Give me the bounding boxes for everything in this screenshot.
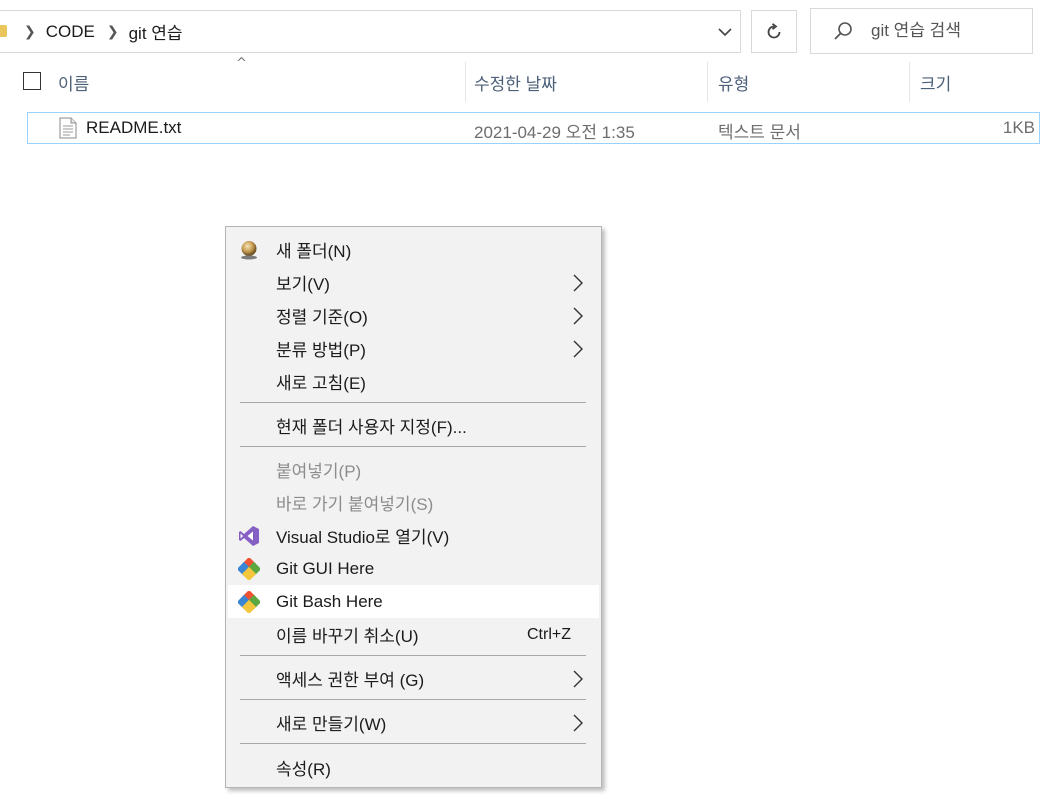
context-menu: 새 폴더(N) 보기(V) 정렬 기준(O) 분류 방법(P) 새로 고침(E)…	[225, 226, 602, 788]
file-type: 텍스트 문서	[718, 123, 801, 142]
menu-item-git-bash[interactable]: Git Bash Here	[228, 585, 599, 618]
menu-item-paste: 붙여넣기(P)	[228, 453, 599, 486]
menu-item-label: Git Bash Here	[276, 591, 383, 611]
menu-item-git-gui[interactable]: Git GUI Here	[228, 552, 599, 585]
menu-item-open-visual-studio[interactable]: Visual Studio로 열기(V)	[228, 519, 599, 552]
menu-item-label: 새로 만들기(W)	[276, 715, 387, 734]
menu-item-label: 붙여넣기(P)	[276, 462, 362, 481]
select-all-checkbox[interactable]	[23, 72, 41, 90]
breadcrumb-separator-icon[interactable]: ❯	[24, 24, 36, 40]
menu-item-label: 보기(V)	[276, 275, 330, 294]
file-size: 1KB	[1002, 118, 1035, 137]
column-divider[interactable]	[909, 62, 910, 102]
new-folder-icon	[238, 239, 260, 261]
column-header-type-label: 유형	[718, 74, 750, 94]
folder-icon	[0, 25, 7, 37]
column-header-name[interactable]: 이름	[58, 60, 89, 104]
menu-separator	[240, 743, 586, 744]
chevron-right-icon	[573, 274, 583, 292]
refresh-button[interactable]	[751, 10, 797, 53]
menu-separator	[240, 655, 586, 656]
menu-item-label: 바로 가기 붙여넣기(S)	[276, 495, 434, 514]
menu-item-shortcut: Ctrl+Z	[527, 625, 571, 643]
menu-item-new[interactable]: 새로 만들기(W)	[228, 706, 599, 739]
file-name[interactable]: README.txt	[86, 118, 181, 138]
column-header-size-label: 크기	[920, 74, 952, 94]
search-input[interactable]	[869, 20, 1023, 42]
refresh-icon	[765, 22, 783, 41]
menu-item-view[interactable]: 보기(V)	[228, 266, 599, 299]
menu-separator	[240, 699, 586, 700]
git-gui-icon	[238, 558, 260, 580]
sort-ascending-icon: ^	[236, 56, 247, 71]
column-header-size[interactable]: 크기	[920, 60, 951, 104]
menu-separator	[240, 402, 586, 403]
breadcrumb-git-practice[interactable]: git 연습	[129, 19, 183, 44]
menu-item-label: 새로 고침(E)	[276, 374, 366, 393]
chevron-right-icon	[573, 714, 583, 732]
menu-item-label: 현재 폴더 사용자 지정(F)...	[276, 418, 467, 437]
column-header-type[interactable]: 유형	[718, 60, 749, 104]
menu-item-give-access[interactable]: 액세스 권한 부여 (G)	[228, 662, 599, 695]
menu-item-label: 정렬 기준(O)	[276, 308, 368, 327]
menu-item-label: 분류 방법(P)	[276, 341, 366, 360]
breadcrumb-separator-icon[interactable]: ❯	[107, 24, 119, 40]
column-header-date[interactable]: 수정한 날짜	[474, 60, 557, 104]
menu-item-refresh[interactable]: 새로 고침(E)	[228, 365, 599, 398]
column-header-date-label: 수정한 날짜	[474, 74, 557, 94]
search-icon	[833, 21, 853, 41]
menu-item-label: Visual Studio로 열기(V)	[276, 528, 450, 547]
menu-item-group-by[interactable]: 분류 방법(P)	[228, 332, 599, 365]
visual-studio-icon	[238, 525, 260, 547]
menu-item-sort-by[interactable]: 정렬 기준(O)	[228, 299, 599, 332]
column-header-name-label: 이름	[58, 74, 90, 94]
menu-item-new-folder[interactable]: 새 폴더(N)	[228, 233, 599, 266]
address-bar[interactable]: ❯ CODE ❯ git 연습	[0, 10, 741, 53]
column-divider[interactable]	[707, 62, 708, 102]
menu-item-properties[interactable]: 속성(R)	[228, 751, 599, 784]
menu-item-label: 액세스 권한 부여 (G)	[276, 671, 425, 690]
menu-item-label: Git GUI Here	[276, 558, 375, 578]
breadcrumb-code[interactable]: CODE	[46, 22, 95, 42]
menu-item-customize-folder[interactable]: 현재 폴더 사용자 지정(F)...	[228, 409, 599, 442]
menu-item-paste-shortcut: 바로 가기 붙여넣기(S)	[228, 486, 599, 519]
menu-item-label: 이름 바꾸기 취소(U)	[276, 627, 419, 646]
column-divider[interactable]	[465, 62, 466, 102]
git-bash-icon	[238, 591, 260, 613]
chevron-right-icon	[573, 307, 583, 325]
menu-item-label: 속성(R)	[276, 760, 331, 779]
file-row[interactable]: README.txt 2021-04-29 오전 1:35 텍스트 문서 1KB	[27, 112, 1040, 144]
menu-separator	[240, 446, 586, 447]
search-box[interactable]	[810, 8, 1033, 54]
text-file-icon	[59, 117, 77, 143]
file-date: 2021-04-29 오전 1:35	[474, 123, 635, 142]
menu-item-label: 새 폴더(N)	[276, 242, 352, 261]
menu-item-undo-rename[interactable]: 이름 바꾸기 취소(U) Ctrl+Z	[228, 618, 599, 651]
chevron-right-icon	[573, 670, 583, 688]
chevron-right-icon	[573, 340, 583, 358]
chevron-down-icon[interactable]	[714, 22, 736, 41]
